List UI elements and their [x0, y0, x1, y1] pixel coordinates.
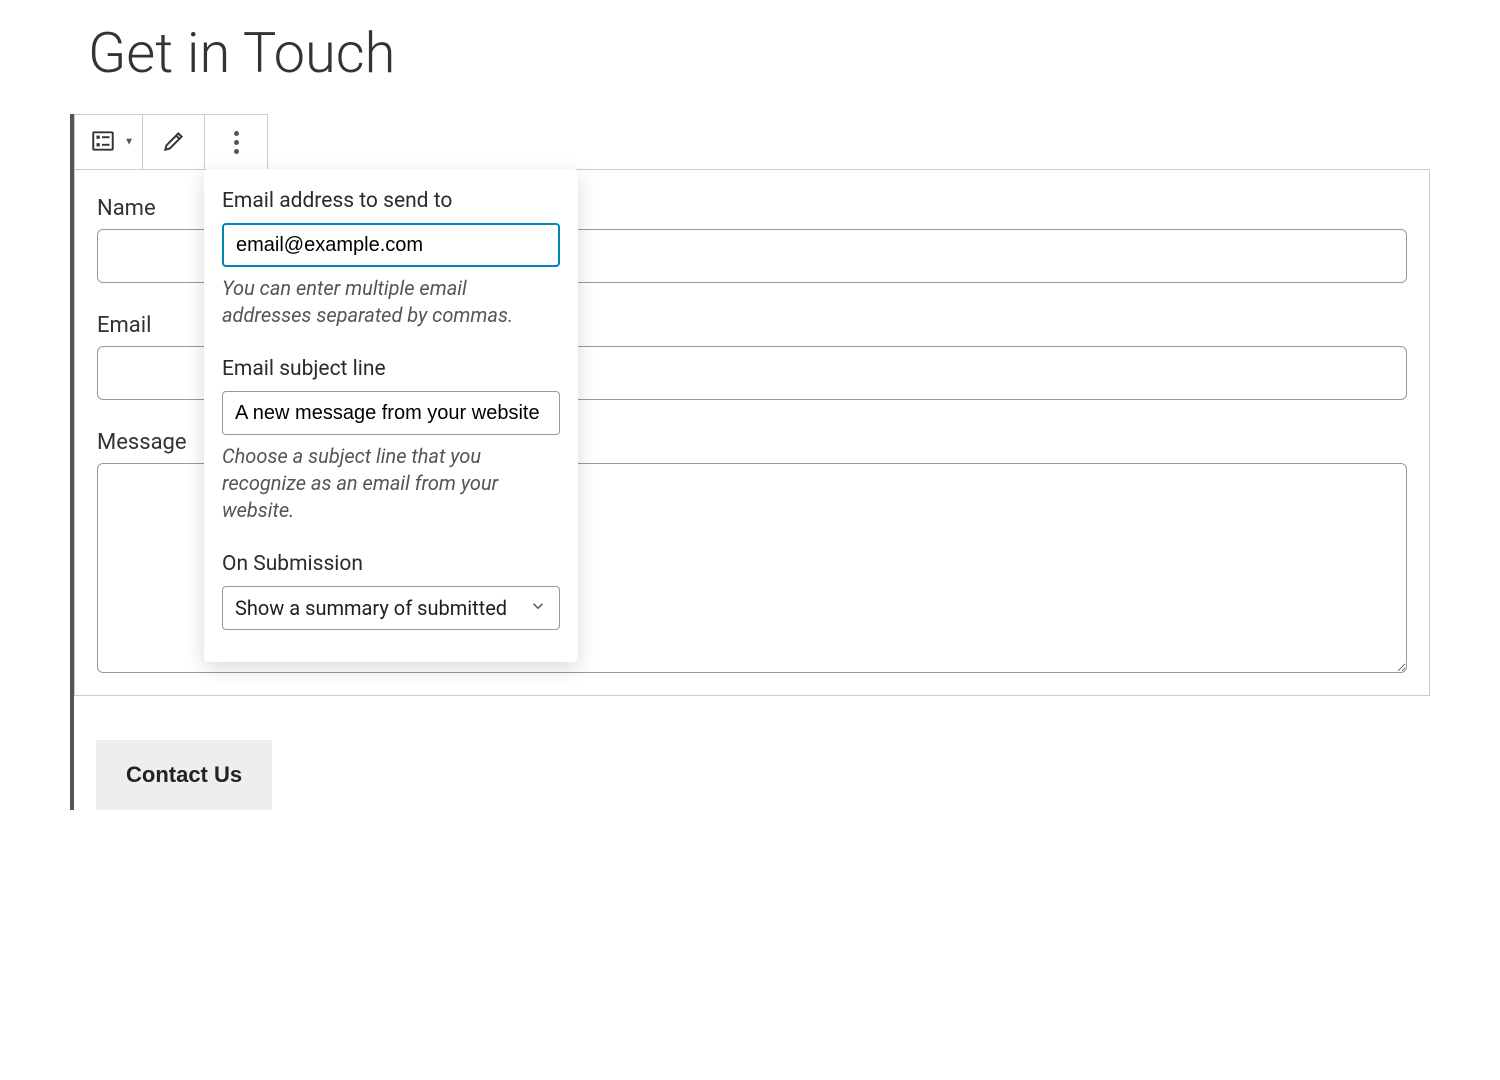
subject-section: Email subject line Choose a subject line… — [222, 357, 560, 524]
on-submission-label: On Submission — [222, 552, 560, 576]
email-to-label: Email address to send to — [222, 189, 560, 213]
more-options-button[interactable] — [205, 115, 267, 169]
form-settings-popover: Email address to send to You can enter m… — [204, 169, 578, 662]
on-submission-selected: Show a summary of submitted — [235, 596, 507, 620]
form-block: ▼ Email address to send to You can enter… — [70, 114, 1430, 810]
more-vertical-icon — [234, 131, 239, 154]
form-block-icon — [90, 128, 116, 157]
email-to-section: Email address to send to You can enter m… — [222, 189, 560, 329]
email-to-input[interactable] — [222, 223, 560, 267]
on-submission-section: On Submission Show a summary of submitte… — [222, 552, 560, 630]
chevron-down-icon: ▼ — [124, 137, 134, 148]
subject-help: Choose a subject line that you recognize… — [222, 443, 560, 524]
block-toolbar: ▼ — [74, 114, 268, 170]
page-title: Get in Touch — [88, 20, 1430, 86]
chevron-down-icon — [529, 596, 547, 620]
pencil-icon — [161, 128, 187, 157]
email-to-help: You can enter multiple email addresses s… — [222, 275, 560, 329]
block-type-button[interactable]: ▼ — [75, 115, 143, 169]
submit-button[interactable]: Contact Us — [96, 740, 272, 810]
edit-button[interactable] — [143, 115, 205, 169]
subject-label: Email subject line — [222, 357, 560, 381]
subject-input[interactable] — [222, 391, 560, 435]
on-submission-select[interactable]: Show a summary of submitted — [222, 586, 560, 630]
